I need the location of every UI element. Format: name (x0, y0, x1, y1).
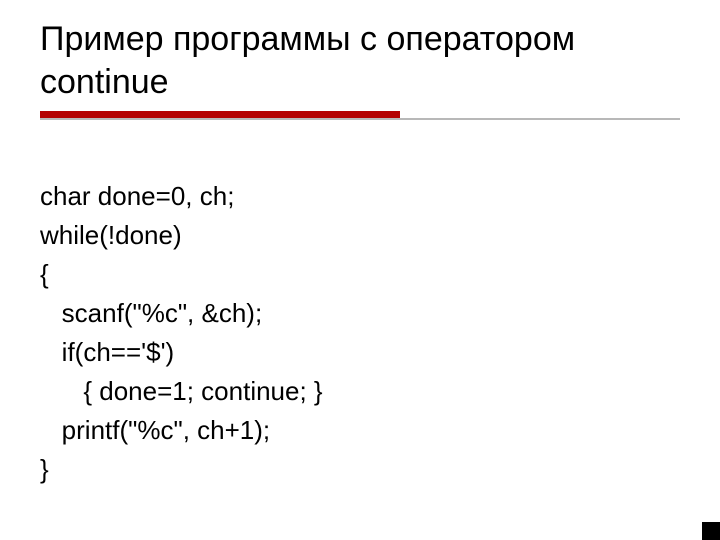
code-line: scanf("%c", &ch); (40, 298, 262, 328)
title-line-2: continue (40, 63, 169, 101)
slide-title: Пример программы с оператором continue (40, 18, 680, 103)
code-line: { (40, 259, 49, 289)
code-block: char done=0, ch; while(!done) { scanf("%… (40, 138, 680, 528)
code-line: { done=1; continue; } (40, 376, 323, 406)
code-line: while(!done) (40, 220, 182, 250)
rule-grey (40, 118, 680, 120)
page-corner-fold (702, 522, 720, 540)
slide: Пример программы с оператором continue c… (0, 0, 720, 540)
code-line: printf("%c", ch+1); (40, 415, 270, 445)
code-line: if(ch=='$') (40, 337, 174, 367)
title-rule (40, 111, 680, 120)
title-line-1: Пример программы с оператором (40, 20, 575, 58)
code-line: char done=0, ch; (40, 181, 234, 211)
code-line: } (40, 454, 49, 484)
